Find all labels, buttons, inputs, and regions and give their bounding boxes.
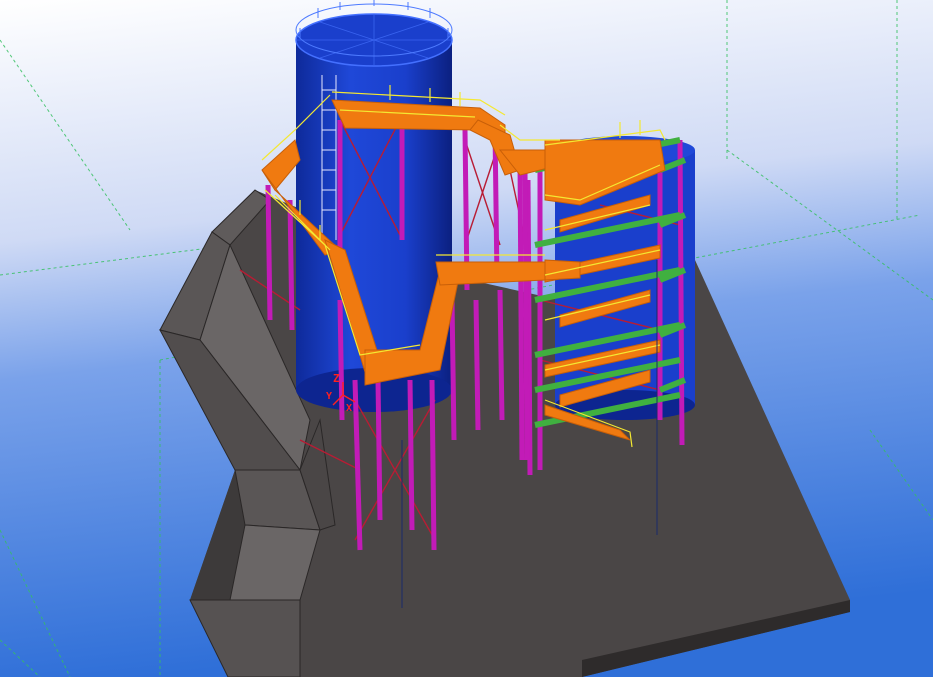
axis-label-z: Z (333, 372, 340, 385)
axis-label-x: X (346, 403, 353, 414)
model-scene[interactable] (0, 0, 933, 677)
axis-label-y: Y (326, 391, 333, 402)
3d-model-viewport[interactable]: Z Y X (0, 0, 933, 677)
